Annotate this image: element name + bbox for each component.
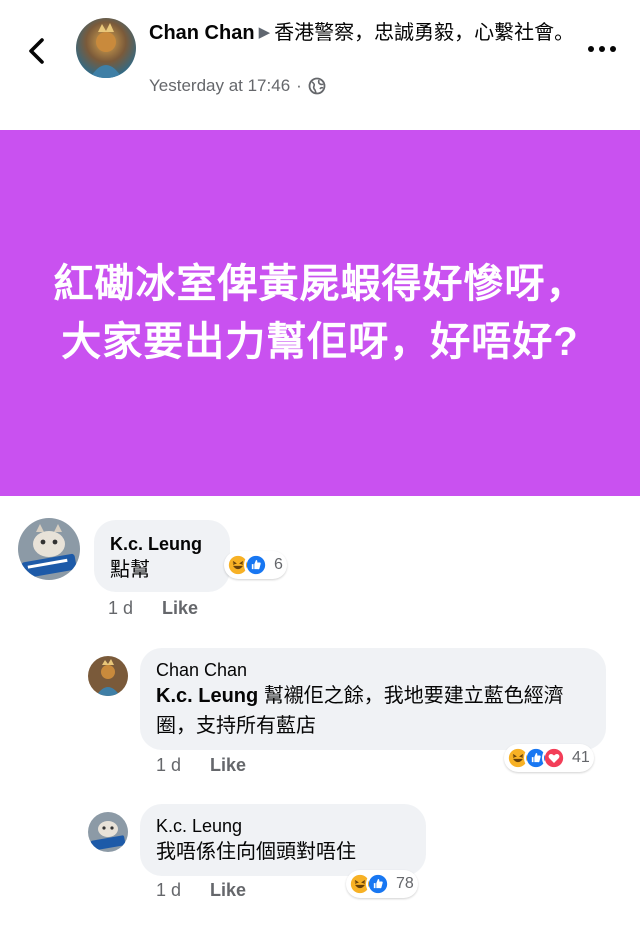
like-button[interactable]: Like [210,755,246,776]
post-meta: Yesterday at 17:46 · [149,76,326,96]
shared-to-arrow-icon: ▶ [258,24,271,41]
reaction-count: 78 [396,875,414,892]
commenter-avatar[interactable] [88,812,128,852]
comment-actions: 1 d Like [156,755,246,776]
reaction-summary[interactable]: 78 [346,870,418,898]
comment-bubble[interactable]: K.c. Leung 我唔係住向個頭對唔住 [140,804,426,876]
post-header-title: Chan Chan ▶ 香港警察，忠誠勇毅，心繫社會。 [149,20,579,46]
reaction-summary[interactable]: 6 [224,551,287,579]
meta-separator: · [296,76,302,95]
globe-icon [308,77,326,95]
reaction-summary[interactable]: 41 [504,744,594,772]
commenter-avatar[interactable] [88,656,128,696]
like-button[interactable]: Like [210,880,246,901]
comment-actions: 1 d Like [156,880,246,901]
commenter-avatar[interactable] [18,518,80,580]
back-button[interactable] [22,34,52,68]
comment-time[interactable]: 1 d [108,598,162,619]
comment-text: 我唔係住向個頭對唔住 [156,841,356,863]
avatar-image [76,18,136,78]
reaction-count: 41 [572,749,590,766]
more-options-button[interactable] [584,36,620,62]
post-timestamp[interactable]: Yesterday at 17:46 [149,76,290,96]
post-text: 紅磡冰室俾黃屍蝦得好慘呀，大家要出力幫佢呀，好唔好? [53,262,587,364]
group-name[interactable]: 香港警察，忠誠勇毅，心繫社會。 [274,22,574,44]
comment-text: K.c. Leung 幫襯佢之餘，我地要建立藍色經濟圈，支持所有藍店 [156,681,590,741]
comment-time[interactable]: 1 d [156,880,210,901]
avatar-image [88,656,128,696]
comment-author[interactable]: K.c. Leung [156,816,410,837]
like-icon [366,872,390,896]
post-background: 紅磡冰室俾黃屍蝦得好慘呀，大家要出力幫佢呀，好唔好? [0,130,640,496]
author-name[interactable]: Chan Chan [149,22,255,44]
comment-bubble[interactable]: K.c. Leung 點幫 [94,520,230,592]
chevron-left-icon [29,38,44,64]
author-avatar[interactable] [76,18,136,78]
comment-author[interactable]: Chan Chan [156,660,590,681]
avatar-image [88,812,128,852]
reaction-count: 6 [274,556,283,573]
like-icon [244,553,268,577]
like-button[interactable]: Like [162,598,198,619]
more-dots-icon [588,46,594,52]
comment-text: 點幫 [110,559,150,581]
comment-author[interactable]: K.c. Leung [110,534,214,555]
love-icon [542,746,566,770]
mention-link[interactable]: K.c. Leung [156,685,258,707]
comment-actions: 1 d Like [108,598,198,619]
avatar-image [18,518,80,580]
comment-bubble[interactable]: Chan Chan K.c. Leung 幫襯佢之餘，我地要建立藍色經濟圈，支持… [140,648,606,750]
comment-time[interactable]: 1 d [156,755,210,776]
